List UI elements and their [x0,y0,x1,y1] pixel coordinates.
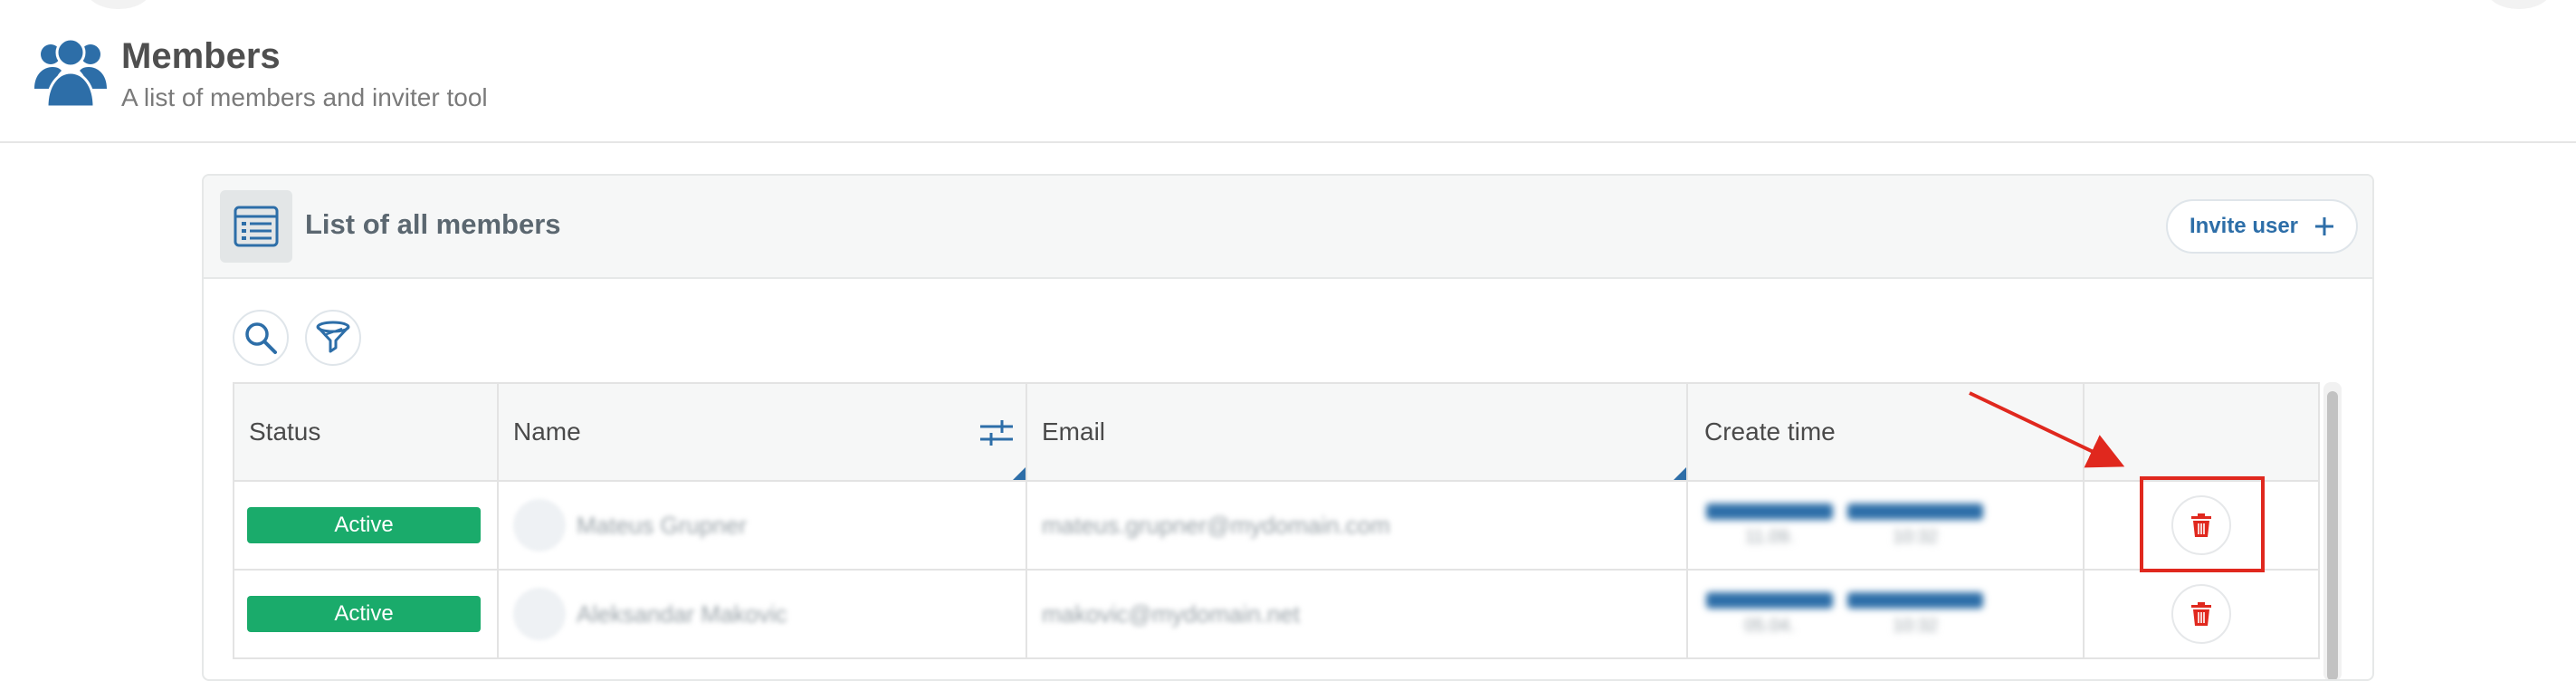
annotation-highlight-box [2140,476,2265,572]
